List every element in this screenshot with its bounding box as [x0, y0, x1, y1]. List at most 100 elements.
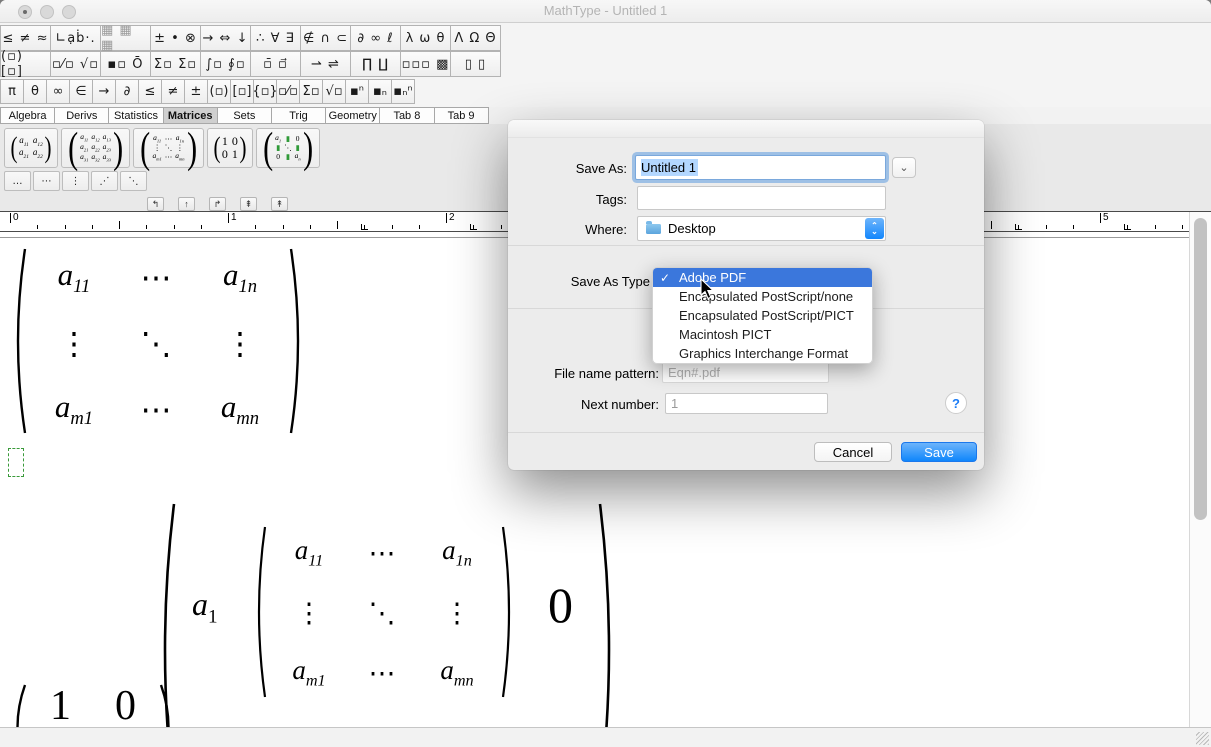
tab-geometry[interactable]: Geometry: [325, 107, 380, 124]
relational-symbols-palette[interactable]: ≤ ≠ ≈: [0, 25, 51, 51]
product-templates-palette[interactable]: ∏ ∐: [350, 51, 401, 77]
tab-stop-left-button[interactable]: ↰: [147, 197, 164, 211]
matrix-cell: 0: [276, 153, 280, 161]
center-ellipsis-button[interactable]: ⋯: [33, 171, 60, 191]
empty-slot-placeholder[interactable]: [8, 448, 24, 477]
arrow-symbols-palette[interactable]: → ⇔ ↓: [200, 25, 251, 51]
symbol-button[interactable]: θ: [23, 79, 47, 104]
dialog-titlebar[interactable]: [508, 120, 984, 138]
matrix-cell: 0: [296, 135, 300, 143]
equation-matrix-mxn: a11⋯a1n⋮⋱⋮am1⋯amn: [8, 246, 308, 442]
matrix-mxn-dots-template[interactable]: (a11⋯a1n⋮⋱⋮am1⋯amn): [133, 128, 204, 168]
selected-filename-text: Untitled 1: [641, 159, 698, 176]
matrix-cell: a33: [103, 153, 111, 163]
summation-templates-palette[interactable]: Σ▫ Σ▫: [150, 51, 201, 77]
matrix-cell: 1: [232, 148, 238, 161]
save-as-type-label: Save As Type: [508, 274, 650, 289]
symbol-button[interactable]: ▪ⁿ: [345, 79, 369, 104]
ruler-tab-stop[interactable]: [361, 224, 368, 230]
symbol-button[interactable]: √▫: [322, 79, 346, 104]
tab-stop-right-button[interactable]: ↱: [209, 197, 226, 211]
logic-symbols-palette[interactable]: ∴ ∀ ∃: [250, 25, 301, 51]
tab-derivs[interactable]: Derivs: [54, 107, 109, 124]
embellishments-palette[interactable]: ∟ạḃ·.: [50, 25, 101, 51]
menu-item-adobe-pdf[interactable]: ✓Adobe PDF: [653, 268, 872, 287]
file-pattern-field[interactable]: Eqn#.pdf: [662, 362, 829, 383]
matrix-cell: amn: [221, 391, 259, 429]
symbol-button[interactable]: ∂: [115, 79, 139, 104]
tab-statistics[interactable]: Statistics: [108, 107, 163, 124]
popup-stepper-icon[interactable]: ⌃ ⌄: [865, 218, 884, 239]
misc-symbols-palette[interactable]: ∂ ∞ ℓ: [350, 25, 401, 51]
symbol-button[interactable]: ▫⁄▫: [276, 79, 300, 104]
vertical-scrollbar[interactable]: [1189, 212, 1211, 727]
cancel-button[interactable]: Cancel: [814, 442, 892, 462]
symbol-button[interactable]: ▪ₙ: [368, 79, 392, 104]
low-ellipsis-button[interactable]: …: [4, 171, 31, 191]
rising-diagonal-dots-button[interactable]: ⋰: [91, 171, 118, 191]
fence-templates-palette[interactable]: (▫) [▫]: [0, 51, 51, 77]
window-title: MathType - Untitled 1: [0, 3, 1211, 18]
symbol-button[interactable]: ≤: [138, 79, 162, 104]
symbol-button[interactable]: Σ▫: [299, 79, 323, 104]
symbol-button[interactable]: π: [0, 79, 24, 104]
symbol-button[interactable]: ▪ₙⁿ: [391, 79, 415, 104]
save-button[interactable]: Save: [901, 442, 977, 462]
ruler-tab-stop[interactable]: [1015, 224, 1022, 230]
menu-item-encapsulated-postscript-none[interactable]: Encapsulated PostScript/none: [653, 287, 872, 306]
symbol-button[interactable]: ∞: [46, 79, 70, 104]
right-paren: ): [44, 131, 51, 165]
symbol-button[interactable]: [▫]: [230, 79, 254, 104]
integral-templates-palette[interactable]: ∫▫ ∮▫: [200, 51, 251, 77]
expand-dialog-button[interactable]: ⌄: [892, 157, 916, 178]
falling-diagonal-dots-button[interactable]: ⋱: [120, 171, 147, 191]
greek-uppercase-palette[interactable]: Λ Ω Θ: [450, 25, 501, 51]
box-templates-palette[interactable]: ▯ ▯: [450, 51, 501, 77]
greek-lowercase-palette[interactable]: λ ω θ: [400, 25, 451, 51]
identity-matrix-template[interactable]: (1001): [207, 128, 253, 168]
menu-item-macintosh-pict[interactable]: Macintosh PICT: [653, 325, 872, 344]
menu-item-graphics-interchange-format[interactable]: Graphics Interchange Format: [653, 344, 872, 363]
tab-tab-9[interactable]: Tab 9: [434, 107, 489, 124]
save-as-field[interactable]: Untitled 1: [635, 155, 886, 180]
ruler-tab-stop[interactable]: [470, 224, 477, 230]
fraction-radical-templates-palette[interactable]: ▫⁄▫ √▫: [50, 51, 101, 77]
labeled-arrow-templates-palette[interactable]: ⇀ ⇌: [300, 51, 351, 77]
tab-algebra[interactable]: Algebra: [0, 107, 55, 124]
help-button[interactable]: ?: [945, 392, 967, 414]
tab-trig[interactable]: Trig: [271, 107, 326, 124]
next-number-field[interactable]: 1: [665, 393, 828, 414]
right-paren: ): [239, 131, 246, 165]
symbol-button[interactable]: ∈: [69, 79, 93, 104]
symbol-button[interactable]: →: [92, 79, 116, 104]
overbar-templates-palette[interactable]: ▫̄ ▫⃗: [250, 51, 301, 77]
tab-stop-center-button[interactable]: ↑: [178, 197, 195, 211]
matrix-templates-palette[interactable]: ▫▫▫ ▩: [400, 51, 451, 77]
menu-item-encapsulated-postscript-pict[interactable]: Encapsulated PostScript/PICT: [653, 306, 872, 325]
checkmark-icon: ✓: [660, 271, 670, 285]
right-paren: [288, 246, 308, 436]
tab-stop-decimal-button[interactable]: ↟: [271, 197, 288, 211]
tab-stop-equal-button[interactable]: ⇞: [240, 197, 257, 211]
tab-matrices[interactable]: Matrices: [163, 107, 218, 124]
symbol-button[interactable]: (▫): [207, 79, 231, 104]
titlebar[interactable]: MathType - Untitled 1: [0, 0, 1211, 23]
resize-grip[interactable]: [1196, 732, 1209, 745]
scrollbar-thumb[interactable]: [1194, 218, 1207, 520]
tags-field[interactable]: [637, 186, 886, 210]
matrix-3x3-template[interactable]: (a11a12a13a21a22a23a31a32a33): [61, 128, 130, 168]
spacing-palette[interactable]: ▦ ▦ ▦: [100, 25, 151, 51]
ruler-tab-stop[interactable]: [1124, 224, 1131, 230]
symbol-button[interactable]: {▫}: [253, 79, 277, 104]
set-theory-symbols-palette[interactable]: ∉ ∩ ⊂: [300, 25, 351, 51]
where-popup[interactable]: Desktop ⌃ ⌄: [637, 216, 886, 241]
operator-symbols-palette[interactable]: ± • ⊗: [150, 25, 201, 51]
tab-sets[interactable]: Sets: [217, 107, 272, 124]
symbol-button[interactable]: ≠: [161, 79, 185, 104]
tab-tab-8[interactable]: Tab 8: [379, 107, 434, 124]
symbol-button[interactable]: ±: [184, 79, 208, 104]
vertical-dots-button[interactable]: ⋮: [62, 171, 89, 191]
diagonal-matrix-template[interactable]: (a1▮0▮⋱▮0▮an): [256, 128, 320, 168]
subscript-superscript-templates-palette[interactable]: ▪▫ Ō: [100, 51, 151, 77]
matrix-2x2-template[interactable]: (a11a12a21a22): [4, 128, 58, 168]
